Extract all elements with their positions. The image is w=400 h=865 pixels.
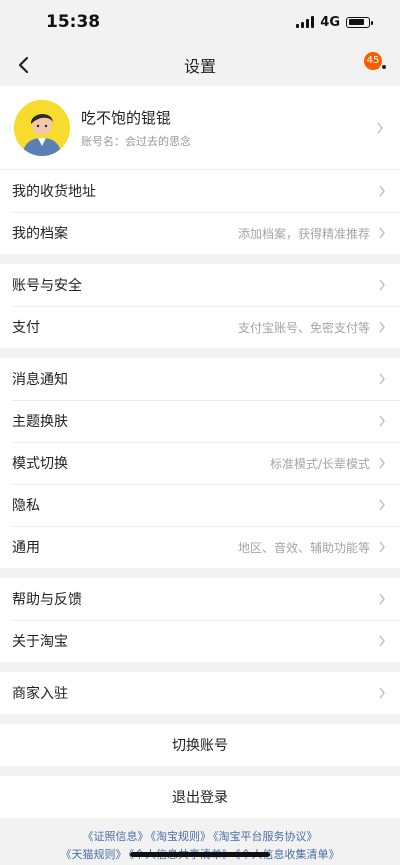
page-title: 设置 bbox=[183, 57, 216, 76]
chevron-right-icon bbox=[377, 122, 383, 133]
more-button[interactable]: 45 bbox=[364, 52, 390, 80]
avatar-illustration bbox=[14, 99, 70, 156]
row-hint: 添加档案，获得精准推荐 bbox=[237, 226, 370, 241]
message-badge: 45 bbox=[364, 52, 382, 70]
chevron-right-icon bbox=[379, 185, 385, 197]
chevron-right-icon bbox=[379, 541, 385, 553]
profile-account: 账号名：会过去的思念 bbox=[81, 134, 191, 148]
row-label: 通用 bbox=[12, 540, 40, 556]
chevron-right-icon bbox=[379, 415, 385, 427]
battery-icon bbox=[346, 16, 373, 28]
chevron-right-icon bbox=[379, 499, 385, 511]
row-label: 消息通知 bbox=[12, 372, 68, 388]
row-label: 主题换肤 bbox=[12, 414, 68, 430]
switch-account-button[interactable]: 切换账号 bbox=[0, 724, 400, 766]
chevron-right-icon bbox=[379, 321, 385, 333]
nav-bar: 设置 45 bbox=[0, 44, 400, 86]
link-tmall-rules[interactable]: 《天猫规则》 bbox=[61, 848, 127, 861]
row-address[interactable]: 我的收货地址 bbox=[0, 170, 400, 212]
home-indicator[interactable] bbox=[130, 852, 270, 857]
row-label: 支付 bbox=[12, 320, 40, 336]
link-license-info[interactable]: 《证照信息》 bbox=[83, 830, 149, 843]
row-general[interactable]: 通用 地区、音效、辅助功能等 bbox=[0, 526, 400, 568]
row-label: 隐私 bbox=[12, 498, 40, 514]
row-notifications[interactable]: 消息通知 bbox=[0, 358, 400, 400]
row-help-feedback[interactable]: 帮助与反馈 bbox=[0, 578, 400, 620]
row-about[interactable]: 关于淘宝 bbox=[0, 620, 400, 662]
row-hint: 地区、音效、辅助功能等 bbox=[237, 540, 370, 555]
chevron-right-icon bbox=[379, 457, 385, 469]
avatar bbox=[14, 99, 70, 156]
back-button[interactable] bbox=[10, 52, 36, 78]
row-profile-archive[interactable]: 我的档案 添加档案，获得精准推荐 bbox=[0, 212, 400, 254]
settings-group-account: 吃不饱的锟锟 账号名：会过去的思念 我的收货地址 我的档案 添加档案，获得精准推… bbox=[0, 86, 400, 254]
status-time: 15:38 bbox=[46, 12, 101, 32]
chevron-right-icon bbox=[379, 227, 385, 239]
chevron-right-icon bbox=[379, 279, 385, 291]
settings-group-general: 消息通知 主题换肤 模式切换 标准模式/长辈模式 隐私 通用 地区、音效、辅助功… bbox=[0, 358, 400, 568]
logout-button[interactable]: 退出登录 bbox=[0, 776, 400, 818]
row-label: 商家入驻 bbox=[12, 686, 68, 702]
link-service-agreement[interactable]: 《淘宝平台服务协议》 bbox=[213, 830, 318, 843]
chevron-right-icon bbox=[379, 373, 385, 385]
row-theme[interactable]: 主题换肤 bbox=[0, 400, 400, 442]
row-payment[interactable]: 支付 支付宝账号、免密支付等 bbox=[0, 306, 400, 348]
network-label: 4G bbox=[320, 14, 340, 30]
row-label: 我的档案 bbox=[12, 226, 68, 242]
row-label: 关于淘宝 bbox=[12, 634, 68, 650]
status-bar: 15:38 4G bbox=[0, 0, 400, 44]
profile-nickname: 吃不饱的锟锟 bbox=[81, 108, 172, 127]
chevron-right-icon bbox=[379, 593, 385, 605]
row-hint: 标准模式/长辈模式 bbox=[269, 456, 370, 471]
row-merchant[interactable]: 商家入驻 bbox=[0, 672, 400, 714]
signal-icon bbox=[296, 16, 315, 28]
row-label: 帮助与反馈 bbox=[12, 592, 82, 608]
settings-group-help: 帮助与反馈 关于淘宝 bbox=[0, 578, 400, 662]
link-taobao-rules[interactable]: 《淘宝规则》 bbox=[151, 830, 212, 843]
row-privacy[interactable]: 隐私 bbox=[0, 484, 400, 526]
footer-links: 《证照信息》《淘宝规则》《淘宝平台服务协议》 《天猫规则》《个人信息共享清单》《… bbox=[0, 818, 400, 864]
chevron-right-icon bbox=[379, 635, 385, 647]
row-account-security[interactable]: 账号与安全 bbox=[0, 264, 400, 306]
status-icons: 4G bbox=[296, 14, 373, 30]
row-label: 我的收货地址 bbox=[12, 184, 96, 200]
settings-group-security: 账号与安全 支付 支付宝账号、免密支付等 bbox=[0, 264, 400, 348]
chevron-right-icon bbox=[379, 687, 385, 699]
row-label: 账号与安全 bbox=[12, 278, 82, 294]
row-hint: 支付宝账号、免密支付等 bbox=[237, 320, 370, 335]
profile-card[interactable]: 吃不饱的锟锟 账号名：会过去的思念 bbox=[0, 86, 400, 170]
settings-group-merchant: 商家入驻 bbox=[0, 672, 400, 714]
chevron-left-icon bbox=[18, 56, 29, 74]
row-label: 模式切换 bbox=[12, 456, 68, 472]
row-mode-switch[interactable]: 模式切换 标准模式/长辈模式 bbox=[0, 442, 400, 484]
